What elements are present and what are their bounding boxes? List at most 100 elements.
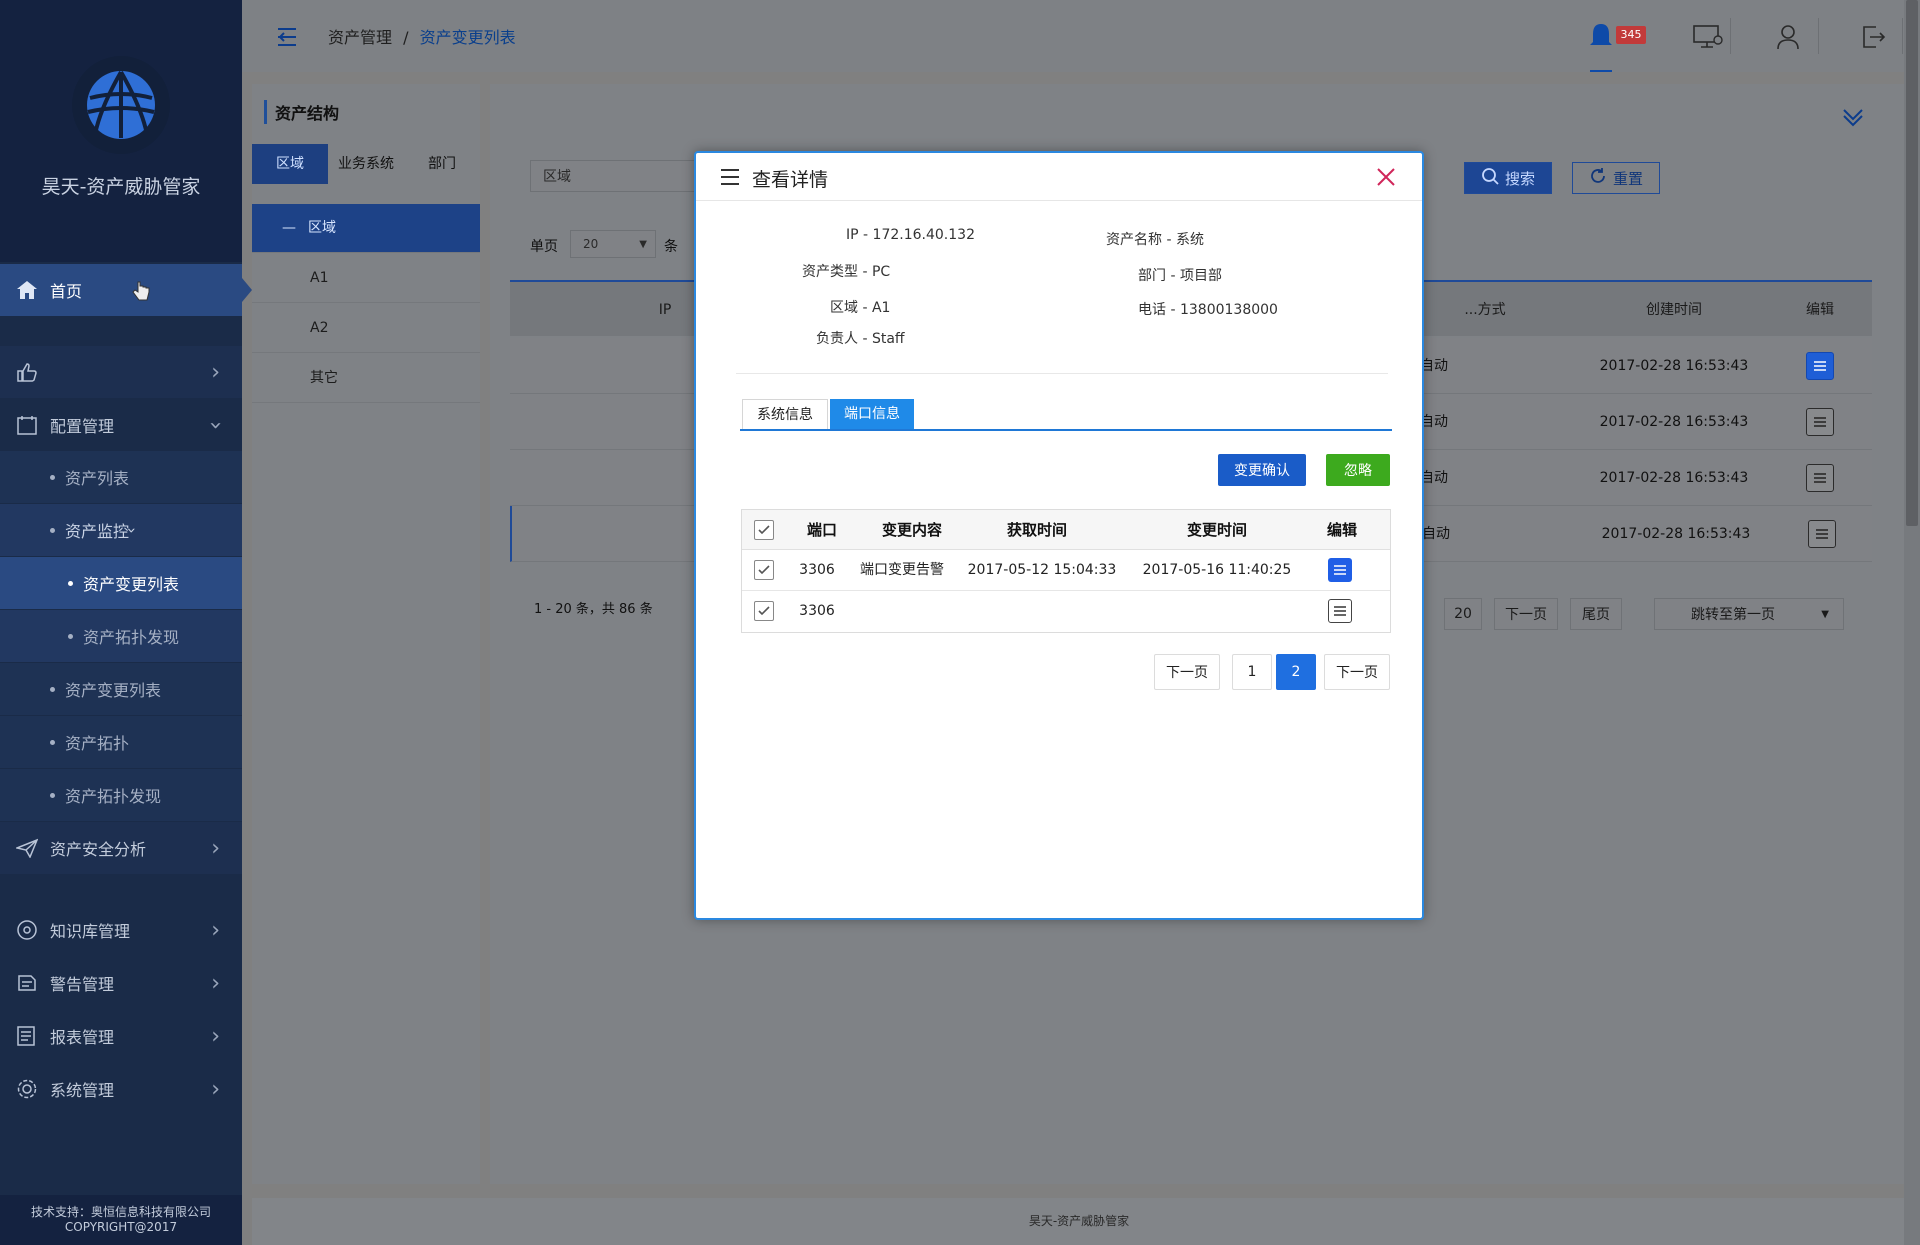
- modal-pager-prev[interactable]: 下一页: [1154, 654, 1220, 690]
- edit-button[interactable]: [1808, 520, 1836, 548]
- nav-asset-topo-discover-2[interactable]: 资产拓扑发现: [0, 769, 242, 821]
- reset-button[interactable]: 重置: [1572, 162, 1660, 194]
- field-owner-label: 负责人: [816, 331, 858, 347]
- field-separator: -: [862, 300, 868, 316]
- nav-system[interactable]: 系统管理 ›: [0, 1063, 242, 1115]
- alert-icon: [16, 973, 46, 993]
- knowledge-icon: [16, 919, 46, 941]
- nav-system-label: 系统管理: [50, 1081, 115, 1100]
- nav-asset-topo-discover[interactable]: 资产拓扑发现: [0, 610, 242, 662]
- nav-asset-monitor[interactable]: 资产监控 ›: [0, 504, 242, 556]
- bullet-icon: [68, 580, 73, 586]
- check-icon: [758, 565, 770, 575]
- caret-down-icon: ▼: [1821, 608, 1829, 620]
- field-separator: -: [862, 331, 868, 347]
- tree-tab-business[interactable]: 业务系统: [328, 144, 404, 184]
- nav-asset-change-list[interactable]: 资产变更列表: [0, 557, 242, 609]
- nav-asset-change-list-label: 资产变更列表: [83, 575, 180, 594]
- nav-asset-list[interactable]: 资产列表: [0, 451, 242, 503]
- chevron-right-icon: ›: [211, 1023, 220, 1049]
- area-filter-input[interactable]: 区域: [530, 160, 704, 192]
- col-edit: 编辑: [1806, 302, 1834, 318]
- table-row[interactable]: 3306: [742, 591, 1390, 632]
- caret-down-icon: ▼: [639, 238, 647, 250]
- divider: [1730, 18, 1731, 54]
- field-dept-label: 部门: [1138, 268, 1166, 284]
- chevron-right-icon: ›: [211, 1076, 220, 1102]
- modal-pager-next[interactable]: 下一页: [1324, 654, 1390, 690]
- bullet-icon: [50, 792, 55, 798]
- breadcrumb-root[interactable]: 资产管理: [328, 28, 392, 47]
- nav-thumb[interactable]: ›: [0, 346, 242, 398]
- pager-next[interactable]: 下一页: [1494, 598, 1558, 630]
- tree-node-area[interactable]: — 区域: [252, 204, 480, 253]
- pager-last[interactable]: 尾页: [1570, 598, 1622, 630]
- asset-tree-panel: 资产结构 区域 业务系统 部门 — 区域 A1 A2 其它: [252, 84, 480, 1184]
- nav-knowledge[interactable]: 知识库管理 ›: [0, 904, 242, 956]
- divider: [1902, 18, 1903, 54]
- table-row[interactable]: 3306 端口变更告警 2017-05-12 15:04:33 2017-05-…: [742, 550, 1390, 591]
- close-icon[interactable]: [1376, 167, 1396, 191]
- chevron-down-icon: ›: [203, 420, 229, 430]
- nav-security-analysis[interactable]: 资产安全分析 ›: [0, 822, 242, 874]
- modal-pager-page-1[interactable]: 1: [1232, 654, 1272, 690]
- col-change-content: 变更内容: [881, 521, 942, 539]
- cell-method: 自动: [1420, 470, 1448, 486]
- confirm-change-button[interactable]: 变更确认: [1218, 454, 1306, 486]
- edit-button[interactable]: [1806, 464, 1834, 492]
- search-button[interactable]: 搜索: [1464, 162, 1552, 194]
- nav-asset-monitor-label: 资产监控: [65, 522, 130, 541]
- tab-system-info[interactable]: 系统信息: [742, 399, 828, 429]
- nav-asset-topo-discover-2-label: 资产拓扑发现: [65, 787, 162, 806]
- logout-icon[interactable]: [1860, 24, 1886, 54]
- nav-report[interactable]: 报表管理 ›: [0, 1010, 242, 1062]
- tree-tab-dept[interactable]: 部门: [404, 144, 480, 184]
- edit-button[interactable]: [1806, 408, 1834, 436]
- edit-button[interactable]: [1806, 352, 1834, 380]
- field-ip: IP - 172.16.40.132: [846, 227, 975, 243]
- modal-pager-page-2[interactable]: 2: [1276, 654, 1316, 690]
- chevron-right-icon: ›: [211, 917, 220, 943]
- monitor-settings-icon[interactable]: [1692, 24, 1724, 54]
- row-checkbox[interactable]: [754, 601, 774, 621]
- nav-asset-change-list-2[interactable]: 资产变更列表: [0, 663, 242, 715]
- tree-node-other[interactable]: 其它: [252, 354, 480, 403]
- nav-config[interactable]: 配置管理 ›: [0, 399, 242, 451]
- row-checkbox[interactable]: [754, 560, 774, 580]
- nav-asset-topo[interactable]: 资产拓扑: [0, 716, 242, 768]
- bell-icon[interactable]: [1588, 22, 1614, 54]
- pager-jump-label: 跳转至第一页: [1691, 607, 1775, 623]
- edit-button[interactable]: [1328, 558, 1352, 582]
- pager-jump-select[interactable]: 跳转至第一页 ▼: [1654, 598, 1844, 630]
- bullet-icon: [50, 686, 55, 692]
- collapse-filter-icon[interactable]: [1840, 104, 1866, 134]
- cell-port: 3306: [799, 603, 835, 619]
- collapse-icon: —: [282, 220, 296, 236]
- menu-toggle-icon[interactable]: [274, 24, 300, 54]
- edit-button[interactable]: [1328, 599, 1352, 623]
- col-created: 创建时间: [1646, 302, 1702, 318]
- scrollbar-thumb[interactable]: [1906, 0, 1918, 526]
- col-port: 端口: [806, 521, 837, 539]
- field-ip-value: 172.16.40.132: [872, 227, 975, 243]
- list-icon: [1334, 565, 1346, 575]
- thumb-icon: [16, 362, 46, 382]
- cell-created: 2017-02-28 16:53:43: [1599, 414, 1749, 430]
- pager-page-20[interactable]: 20: [1444, 598, 1482, 630]
- user-icon[interactable]: [1776, 24, 1800, 54]
- tree-node-a2[interactable]: A2: [252, 304, 480, 353]
- nav-asset-change-list-2-label: 资产变更列表: [65, 681, 162, 700]
- nav-home[interactable]: 首页: [0, 264, 242, 316]
- page-size-select[interactable]: 20 ▼: [570, 230, 656, 258]
- select-all-checkbox[interactable]: [754, 520, 774, 540]
- tree-tab-area[interactable]: 区域: [252, 144, 328, 184]
- bullet-icon: [50, 739, 55, 745]
- brand-name: 昊天-资产威胁管家: [41, 176, 201, 198]
- list-icon: [1814, 361, 1826, 371]
- list-icon: [1334, 606, 1346, 616]
- page-size-value: 20: [583, 237, 599, 251]
- nav-alert[interactable]: 警告管理 ›: [0, 957, 242, 1009]
- tab-port-info[interactable]: 端口信息: [830, 399, 914, 429]
- ignore-button[interactable]: 忽略: [1326, 454, 1390, 486]
- tree-node-a1[interactable]: A1: [252, 254, 480, 303]
